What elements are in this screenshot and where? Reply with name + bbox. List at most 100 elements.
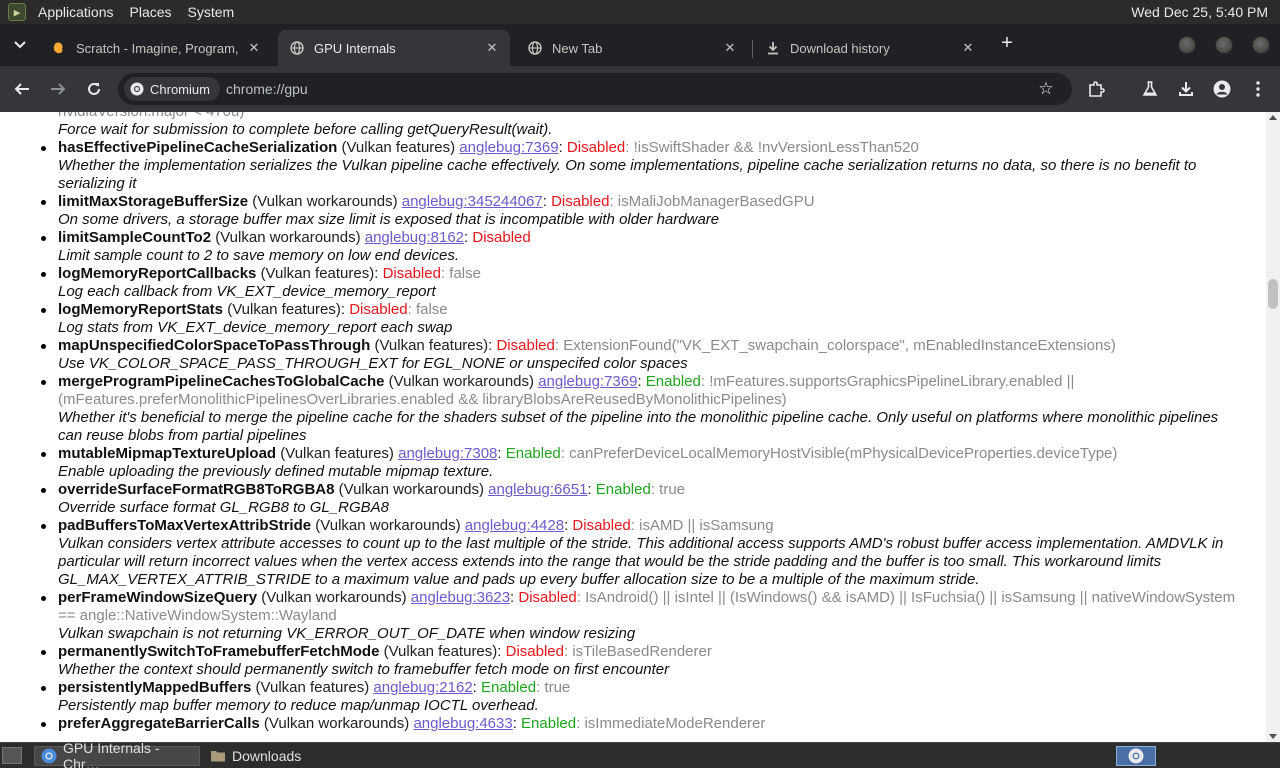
feature-condition: !isSwiftShader && !nvVersionLessThan520 [633,139,919,156]
chromium-logo-icon [130,82,144,96]
scroll-down-arrow-icon[interactable] [1269,734,1277,739]
site-info-chip[interactable]: Chromium [124,77,220,101]
feature-description: Persistently map buffer memory to reduce… [58,697,539,714]
profile-avatar-icon[interactable] [1210,77,1234,101]
feature-bug-link[interactable]: anglebug:4428 [465,517,564,534]
feature-category: (Vulkan workarounds) [261,589,407,606]
tab-close-icon[interactable]: ✕ [484,40,500,56]
downloads-icon[interactable] [1174,77,1198,101]
feature-category: (Vulkan workarounds) [215,229,361,246]
feature-bug-link[interactable]: anglebug:3623 [411,589,510,606]
feature-name: logMemoryReportCallbacks [58,265,257,282]
partial-condition-text: nvidiaVersion.major < 470u) [0,112,1266,121]
feature-bug-link[interactable]: anglebug:2162 [373,679,472,696]
tab-close-icon[interactable]: ✕ [722,40,738,56]
menu-places[interactable]: Places [122,0,180,24]
feature-status: Enabled [645,373,701,390]
feature-description: Use VK_COLOR_SPACE_PASS_THROUGH_EXT for … [58,355,688,372]
feature-bug-link[interactable]: anglebug:7308 [398,445,497,462]
feature-status: Enabled [595,481,651,498]
feature-item: persistentlyMappedBuffers (Vulkan featur… [0,679,1266,715]
tray-chromium-icon[interactable] [1116,746,1156,766]
feature-category: (Vulkan workarounds) [338,481,484,498]
feature-status: Enabled [481,679,537,696]
feature-condition: isImmediateModeRenderer [584,715,766,732]
feature-category: (Vulkan features) [280,445,394,462]
extensions-puzzle-icon[interactable] [1084,77,1108,101]
distro-logo-icon[interactable]: ▶ [8,3,26,21]
labs-flask-icon[interactable] [1138,77,1162,101]
tab-new-tab[interactable]: New Tab ✕ [516,30,748,66]
more-menu-kebab-icon[interactable] [1246,77,1270,101]
tab-strip: Scratch - Imagine, Program, ✕ GPU Intern… [0,24,1280,66]
feature-status: Disabled [382,265,441,282]
vertical-scrollbar[interactable] [1266,112,1280,742]
tab-title: GPU Internals [314,40,396,56]
feature-name: persistentlyMappedBuffers [58,679,252,696]
top-panel: ▶ Applications Places System Wed Dec 25,… [0,0,1280,24]
bookmark-star-icon[interactable]: ☆ [1036,79,1056,99]
feature-item: logMemoryReportStats (Vulkan features): … [0,301,1266,337]
feature-category: (Vulkan workarounds) [388,373,535,390]
feature-category: (Vulkan workarounds) [315,517,461,534]
tab-title: New Tab [552,40,603,56]
feature-condition: isMaliJobManagerBasedGPU [617,193,815,210]
scroll-up-arrow-icon[interactable] [1269,115,1277,120]
feature-item: limitMaxStorageBufferSize (Vulkan workar… [0,193,1266,229]
chromium-logo-icon [41,748,57,764]
taskbar-item-downloads[interactable]: Downloads [204,746,364,766]
back-arrow-icon[interactable] [10,77,34,101]
feature-condition: isTileBasedRenderer [572,643,712,660]
feature-name: perFrameWindowSizeQuery [58,589,258,606]
feature-condition: false [415,301,448,318]
feature-description: Whether it's beneficial to merge the pip… [58,409,1219,444]
tab-close-icon[interactable]: ✕ [246,40,262,56]
feature-category: (Vulkan features): [260,265,379,282]
feature-status: Enabled [505,445,561,462]
tab-search-chevron-down-icon[interactable] [8,33,32,57]
taskbar-item-label: GPU Internals - Chr… [63,740,160,768]
feature-bug-link[interactable]: anglebug:7369 [538,373,637,390]
tab-download-history[interactable]: Download history ✕ [754,30,986,66]
scrollbar-thumb[interactable] [1268,279,1278,309]
maximize-window-icon[interactable] [1215,36,1233,54]
show-desktop-icon[interactable] [2,747,22,764]
feature-item: perFrameWindowSizeQuery (Vulkan workarou… [0,589,1266,643]
tab-scratch[interactable]: Scratch - Imagine, Program, ✕ [40,30,272,66]
bottom-taskbar: GPU Internals - Chr… Downloads [0,740,1280,768]
feature-item: permanentlySwitchToFramebufferFetchMode … [0,643,1266,679]
feature-status: Disabled [572,517,631,534]
feature-status: Enabled [521,715,577,732]
feature-bug-link[interactable]: anglebug:6651 [488,481,587,498]
feature-item: logMemoryReportCallbacks (Vulkan feature… [0,265,1266,301]
feature-bug-link[interactable]: anglebug:4633 [413,715,512,732]
new-tab-plus-icon[interactable]: + [996,33,1018,55]
feature-name: limitMaxStorageBufferSize [58,193,249,210]
minimize-window-icon[interactable] [1178,36,1196,54]
taskbar-item-gpu-internals[interactable]: GPU Internals - Chr… [34,740,200,768]
feature-category: (Vulkan features): [227,301,346,318]
feature-bug-link[interactable]: anglebug:8162 [365,229,464,246]
close-window-icon[interactable] [1252,36,1270,54]
feature-status: Disabled [505,643,564,660]
feature-category: (Vulkan workarounds) [263,715,410,732]
tab-gpu-internals[interactable]: GPU Internals ✕ [278,30,510,66]
tab-close-icon[interactable]: ✕ [960,40,976,56]
feature-bug-link[interactable]: anglebug:345244067 [402,193,543,210]
feature-name: mergeProgramPipelineCachesToGlobalCache [58,373,385,390]
menu-applications[interactable]: Applications [30,0,122,24]
feature-item: limitSampleCountTo2 (Vulkan workarounds)… [0,229,1266,265]
feature-bug-link[interactable]: anglebug:7369 [459,139,558,156]
forward-arrow-icon[interactable] [46,77,70,101]
feature-description: Log each callback from VK_EXT_device_mem… [58,283,436,300]
menu-system[interactable]: System [180,0,243,24]
panel-clock[interactable]: Wed Dec 25, 5:40 PM [1131,0,1268,24]
reload-icon[interactable] [82,77,106,101]
feature-item: overrideSurfaceFormatRGB8ToRGBA8 (Vulkan… [0,481,1266,517]
feature-status: Disabled [566,139,626,156]
feature-status: Disabled [349,301,408,318]
feature-name: padBuffersToMaxVertexAttribStride [58,517,312,534]
address-bar[interactable]: Chromium chrome://gpu ☆ [118,73,1072,105]
feature-category: (Vulkan features) [341,139,456,156]
url-text[interactable]: chrome://gpu [226,73,308,105]
